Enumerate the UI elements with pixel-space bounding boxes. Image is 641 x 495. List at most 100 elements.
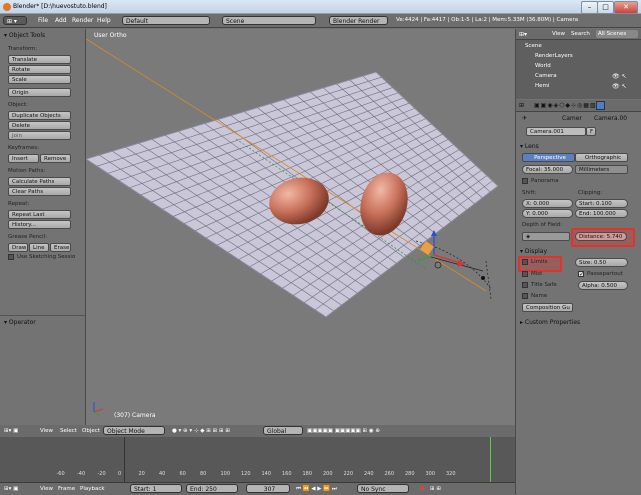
outliner-item-scene[interactable]: Scene	[525, 43, 542, 49]
timeline-playback-menu[interactable]: Playback	[80, 486, 105, 492]
menu-file[interactable]: File	[38, 17, 48, 24]
outliner-item-world[interactable]: World	[535, 63, 551, 69]
outliner-item-renderlayers[interactable]: RenderLayers	[535, 53, 573, 59]
calculate-paths-button[interactable]: Calculate Paths	[8, 177, 71, 186]
mode-select[interactable]: Object Mode	[103, 426, 165, 435]
shift-y-field[interactable]: Y: 0.000	[522, 209, 573, 218]
end-frame-field[interactable]: End: 250	[186, 484, 238, 493]
properties-context-icons[interactable]: ▣▣◉◈⬡◆⊹◎▦▧⌘	[534, 102, 604, 109]
layer-buttons[interactable]: ▣▣▣▣▣ ▣▣▣▣▣ ⊞ ◉ ⊕	[307, 428, 380, 434]
viewport-editor-icon[interactable]: ⊞▾ ▣	[4, 428, 18, 434]
panel-divider	[0, 315, 85, 316]
passepartout-label: Passepartout	[587, 271, 623, 277]
hemi-visibility-icon[interactable]: 👁 ↖	[612, 83, 627, 90]
sketching-checkbox[interactable]	[8, 254, 14, 260]
alpha-field[interactable]: Alpha: 0.500	[578, 281, 628, 290]
breadcrumb-data[interactable]: Camera.00	[594, 115, 627, 122]
editor-type-button[interactable]: ⊞ ▾	[3, 16, 27, 25]
perspective-button[interactable]: Perspective	[522, 153, 575, 162]
menu-render[interactable]: Render	[72, 17, 93, 24]
custom-properties-header[interactable]: ▸ Custom Properties	[520, 319, 580, 326]
sync-mode-select[interactable]: No Sync	[357, 484, 409, 493]
dof-object-field[interactable]: ◈	[522, 232, 570, 241]
draw-button[interactable]: Draw	[8, 243, 28, 252]
camera-data-tab-icon[interactable]	[596, 101, 605, 110]
outliner[interactable]: ⊞▾ View Search All Scenes Scene RenderLa…	[516, 29, 641, 99]
display-header[interactable]: ▾ Display	[520, 248, 547, 255]
current-frame-field[interactable]: 307	[246, 484, 290, 493]
close-button[interactable]: ✕	[614, 1, 638, 14]
view-menu[interactable]: View	[40, 428, 53, 434]
breadcrumb-object[interactable]: Camer	[562, 115, 582, 122]
join-button[interactable]: Join	[8, 131, 71, 140]
object-tools-header[interactable]: ▾ Object Tools	[4, 32, 45, 39]
translate-button[interactable]: Translate	[8, 55, 71, 64]
clip-start-field[interactable]: Start: 0.100	[575, 199, 628, 208]
object-label: Object:	[8, 102, 28, 108]
select-menu[interactable]: Select	[60, 428, 77, 434]
lens-header[interactable]: ▾ Lens	[520, 143, 539, 150]
record-button[interactable]: ●	[420, 486, 425, 492]
outliner-item-camera[interactable]: Camera	[535, 73, 557, 79]
gizmo-y-axis[interactable]	[417, 254, 435, 262]
transform-orientation-select[interactable]: Global	[263, 426, 303, 435]
outliner-search-menu[interactable]: Search	[571, 31, 590, 37]
scale-button[interactable]: Scale	[8, 75, 71, 84]
screen-layout-select[interactable]: Default	[122, 16, 210, 25]
camera-visibility-icon[interactable]: 👁 ↖	[612, 73, 627, 80]
line-button[interactable]: Line	[29, 243, 49, 252]
3d-viewport[interactable]: User Ortho (307) Camera	[86, 29, 515, 425]
rotate-button[interactable]: Rotate	[8, 65, 71, 74]
title-safe-checkbox[interactable]	[522, 282, 528, 288]
duplicate-button[interactable]: Duplicate Objects	[8, 111, 71, 120]
scene-select[interactable]: Scene	[222, 16, 316, 25]
playback-controls[interactable]: ⏮ ⏪ ◀ ▶ ⏩ ⏭	[296, 486, 337, 493]
pin-icon[interactable]: ✈	[522, 115, 527, 122]
timeline-view-menu[interactable]: View	[40, 486, 53, 492]
delete-button[interactable]: Delete	[8, 121, 71, 130]
menu-add[interactable]: Add	[55, 17, 67, 24]
menu-help[interactable]: Help	[97, 17, 111, 24]
insert-keyframe-button[interactable]: Insert	[8, 154, 39, 163]
outliner-view-menu[interactable]: View	[552, 31, 565, 37]
camera-datablock-field[interactable]: Camera.001	[526, 127, 586, 136]
shift-x-field[interactable]: X: 0.000	[522, 199, 573, 208]
outliner-item-hemi[interactable]: Hemi	[535, 83, 549, 89]
lamp-dot[interactable]	[481, 276, 485, 280]
panorama-checkbox[interactable]	[522, 178, 528, 184]
display-size-field[interactable]: Size: 0.50	[575, 258, 628, 267]
shading-icons[interactable]: ● ▾ ⊕ ▾ ⊹ ◆ ⊞ ⊞ ⊞ ⊞	[172, 428, 230, 434]
focal-length-field[interactable]: Focal: 35.000	[522, 165, 573, 174]
clip-end-field[interactable]: End: 100.000	[575, 209, 628, 218]
minimize-button[interactable]: –	[581, 1, 598, 14]
timeline-tick: -60	[56, 471, 65, 477]
limits-checkbox[interactable]	[522, 259, 528, 265]
fake-user-button[interactable]: F	[586, 127, 596, 136]
mist-checkbox[interactable]	[522, 271, 528, 277]
properties-editor-icon[interactable]: ⊞	[519, 102, 524, 109]
dof-distance-field[interactable]: Distance: 5.740	[575, 232, 627, 241]
keying-icons[interactable]: ⊞ ⊞	[430, 486, 441, 492]
lens-unit-select[interactable]: Millimeters	[575, 165, 628, 174]
history-button[interactable]: History...	[8, 220, 71, 229]
start-frame-field[interactable]: Start: 1	[130, 484, 182, 493]
object-menu[interactable]: Object	[82, 428, 100, 434]
origin-button[interactable]: Origin	[8, 88, 71, 97]
render-engine-select[interactable]: Blender Render	[329, 16, 388, 25]
timeline-area[interactable]: -60 -40 -20 0 20 40 60 80 100 120 140 160 180 200 220 2…	[0, 437, 515, 482]
repeat-last-button[interactable]: Repeat Last	[8, 210, 71, 219]
erase-button[interactable]: Erase	[50, 243, 71, 252]
window-title: Blender* [D:\huevostuto.blend]	[13, 3, 107, 10]
name-checkbox[interactable]	[522, 293, 528, 299]
maximize-button[interactable]: □	[597, 1, 614, 14]
passepartout-checkbox[interactable]: ✓	[578, 271, 584, 278]
timeline-frame-menu[interactable]: Frame	[58, 486, 75, 492]
operator-header[interactable]: ▾ Operator	[4, 319, 36, 326]
outliner-display-select[interactable]: All Scenes	[596, 30, 638, 38]
orthographic-button[interactable]: Orthographic	[575, 153, 628, 162]
outliner-editor-icon[interactable]: ⊞▾	[519, 31, 527, 38]
clear-paths-button[interactable]: Clear Paths	[8, 187, 71, 196]
remove-keyframe-button[interactable]: Remove	[40, 154, 71, 163]
timeline-editor-icon[interactable]: ⊞▾ ▣	[4, 486, 18, 492]
composition-guides-select[interactable]: Composition Gu	[522, 303, 573, 312]
